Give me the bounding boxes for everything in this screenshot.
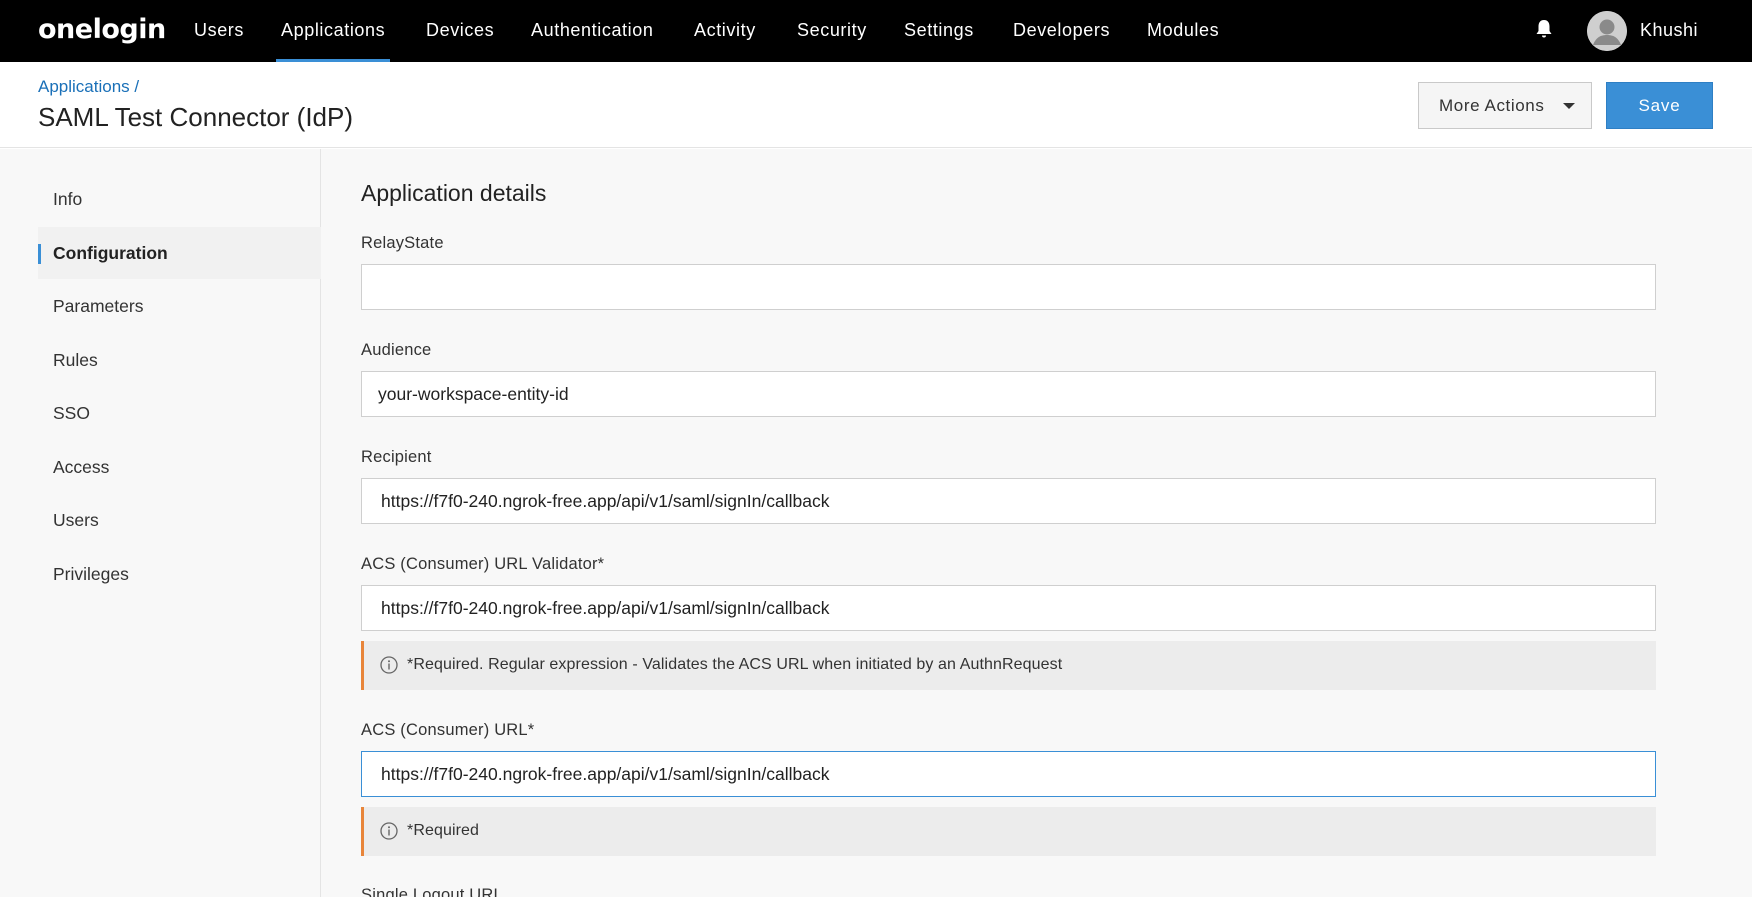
acs-validator-hint: *Required. Regular expression - Validate… [361,641,1656,690]
audience-input[interactable] [361,371,1656,417]
bell-icon[interactable] [1534,18,1554,40]
nav-item-authentication[interactable]: Authentication [531,0,653,62]
page-header: Applications / SAML Test Connector (IdP)… [0,62,1752,148]
save-button[interactable]: Save [1606,82,1713,129]
onelogin-logo[interactable]: onelogin [38,14,166,45]
acs-url-hint-text: *Required [407,822,480,839]
section-title: Application details [361,180,547,206]
acs-url-input[interactable] [361,751,1656,797]
sidebar-item-sso[interactable]: SSO [38,387,321,439]
nav-item-developers[interactable]: Developers [1013,0,1110,62]
audience-label: Audience [361,341,432,359]
recipient-input[interactable] [361,478,1656,524]
nav-item-settings[interactable]: Settings [904,0,974,62]
nav-item-security[interactable]: Security [797,0,867,62]
acs-validator-hint-text: *Required. Regular expression - Validate… [407,656,1063,673]
page-title: SAML Test Connector (IdP) [38,102,354,132]
sidebar-item-parameters[interactable]: Parameters [38,280,321,332]
more-actions-button[interactable]: More Actions [1418,82,1592,129]
nav-item-modules[interactable]: Modules [1147,0,1219,62]
nav-item-users[interactable]: Users [194,0,244,62]
info-icon [380,656,398,674]
breadcrumb-applications[interactable]: Applications / [38,77,139,97]
acs-url-label: ACS (Consumer) URL* [361,721,535,739]
sidebar-item-rules[interactable]: Rules [38,334,321,386]
nav-item-activity[interactable]: Activity [694,0,756,62]
sidebar-item-privileges[interactable]: Privileges [38,548,321,600]
relaystate-input[interactable] [361,264,1656,310]
acs-url-hint: *Required [361,807,1656,856]
more-actions-label: More Actions [1439,96,1545,115]
relaystate-label: RelayState [361,234,444,252]
sidebar-item-access[interactable]: Access [38,441,321,493]
user-name[interactable]: Khushi [1640,0,1698,62]
single-logout-url-label: Single Logout URL [361,886,503,897]
top-nav-bar: onelogin Users Applications Devices Auth… [0,0,1752,62]
nav-item-applications[interactable]: Applications [275,0,391,62]
caret-down-icon [1563,103,1575,109]
sidebar-item-configuration[interactable]: Configuration [38,227,321,279]
sidebar-item-info[interactable]: Info [38,173,321,225]
info-icon [380,822,398,840]
sidebar-item-users[interactable]: Users [38,494,321,546]
acs-validator-input[interactable] [361,585,1656,631]
acs-validator-label: ACS (Consumer) URL Validator* [361,555,605,573]
recipient-label: Recipient [361,448,432,466]
user-avatar[interactable] [1587,11,1627,51]
nav-item-devices[interactable]: Devices [426,0,494,62]
